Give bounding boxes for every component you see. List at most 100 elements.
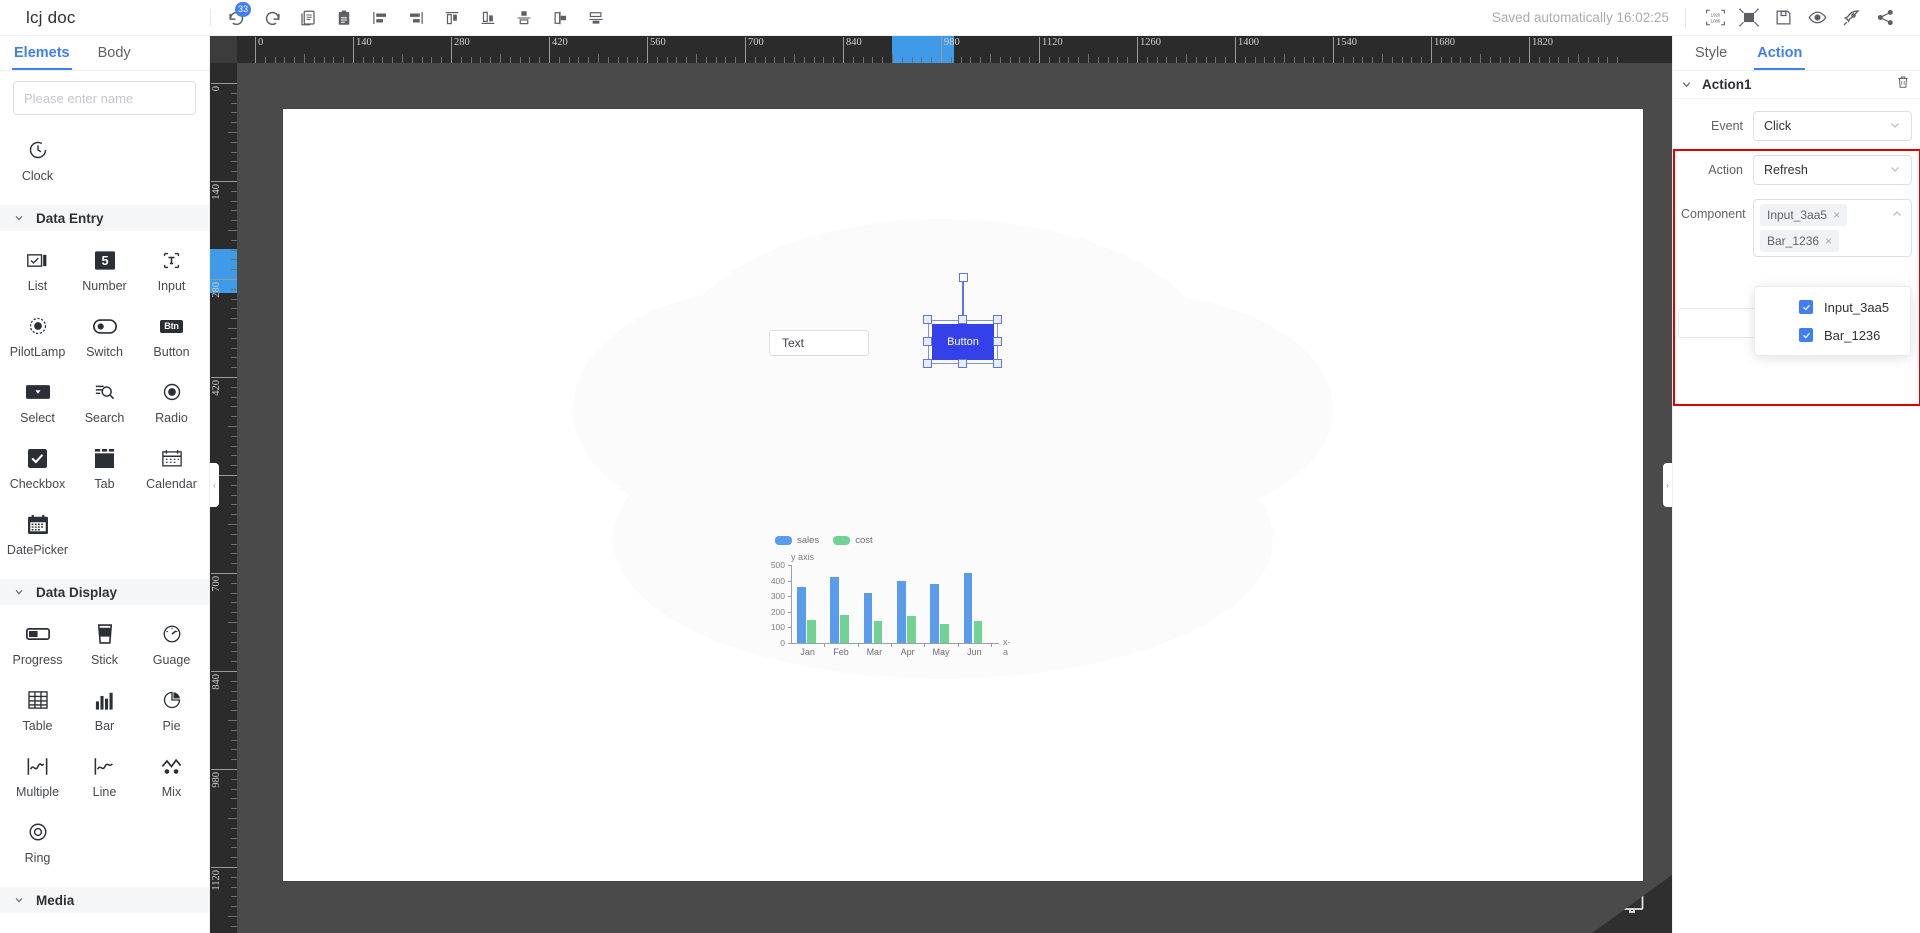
viewport-mode-badge[interactable] xyxy=(1592,875,1672,933)
horizontal-ruler-track[interactable]: 0 140 280 420 560 700 840 980 1120 1260 1400 1540 16… xyxy=(237,36,1672,63)
align-left-icon[interactable] xyxy=(363,3,397,33)
ruler-tick xyxy=(1186,54,1187,63)
resize-handle-e[interactable] xyxy=(993,337,1002,346)
component-clock[interactable]: Clock xyxy=(4,131,71,197)
group-header-media[interactable]: Media xyxy=(0,887,209,913)
component-input[interactable]: Input xyxy=(138,241,205,307)
component-button[interactable]: Btn Button xyxy=(138,307,205,373)
rotation-handle[interactable] xyxy=(958,273,968,282)
component-multiselect[interactable]: Input_3aa5 × Bar_1236 × xyxy=(1753,199,1912,257)
search-input[interactable] xyxy=(24,90,200,106)
ruler-label: 0 xyxy=(211,86,222,92)
component-radio[interactable]: Radio xyxy=(138,373,205,439)
align-right-icon[interactable] xyxy=(399,3,433,33)
component-multiple[interactable]: Multiple xyxy=(4,747,71,813)
component-switch[interactable]: Switch xyxy=(71,307,138,373)
resize-handle-n[interactable] xyxy=(958,315,967,324)
component-tab[interactable]: Tab xyxy=(71,439,138,505)
resolution-icon[interactable]: 1920 1080 xyxy=(1698,3,1732,33)
resize-handle-w[interactable] xyxy=(923,337,932,346)
design-page[interactable]: Text Button sales cost y axis 0 100 200 … xyxy=(283,109,1643,881)
component-mix[interactable]: Mix xyxy=(138,747,205,813)
chevron-down-icon[interactable] xyxy=(1681,79,1692,90)
component-checkbox[interactable]: Checkbox xyxy=(4,439,71,505)
align-center-horizontal-icon[interactable] xyxy=(543,3,577,33)
svg-text:5: 5 xyxy=(101,253,108,268)
component-table[interactable]: Table xyxy=(4,681,71,747)
component-bar[interactable]: Bar xyxy=(71,681,138,747)
redo-icon[interactable] xyxy=(255,3,289,33)
component-progress[interactable]: Progress xyxy=(4,615,71,681)
collapse-right-panel-handle[interactable]: › xyxy=(1663,462,1672,507)
svg-text:1080: 1080 xyxy=(1710,18,1720,23)
component-tag[interactable]: Input_3aa5 × xyxy=(1760,204,1848,226)
component-guage[interactable]: Guage xyxy=(138,615,205,681)
horizontal-ruler[interactable]: 0 140 280 420 560 700 840 980 1120 1260 1400 1540 16… xyxy=(210,36,1672,63)
component-dropdown[interactable]: Input_3aa5 Bar_1236 xyxy=(1754,286,1911,356)
component-pie[interactable]: Pie xyxy=(138,681,205,747)
checkbox-checked-icon[interactable] xyxy=(1799,300,1813,314)
canvas-workspace[interactable]: Text Button sales cost y axis 0 100 200 … xyxy=(237,63,1672,933)
distribute-icon[interactable] xyxy=(579,3,613,33)
collapse-left-panel-handle[interactable]: ‹ xyxy=(210,462,219,507)
save-icon[interactable] xyxy=(1766,3,1800,33)
component-search[interactable]: Search xyxy=(71,373,138,439)
action-select[interactable]: Refresh xyxy=(1753,155,1912,185)
resize-handle-nw[interactable] xyxy=(923,315,932,324)
data-entry-grid: List 5 Number Input PilotLamp Switch Btn… xyxy=(0,231,209,575)
chevron-down-icon xyxy=(15,215,23,221)
fit-screen-icon[interactable] xyxy=(1732,3,1766,33)
chevron-up-icon[interactable] xyxy=(1891,207,1903,225)
tab-style[interactable]: Style xyxy=(1695,36,1727,70)
event-select[interactable]: Click xyxy=(1753,111,1912,141)
resize-handle-sw[interactable] xyxy=(923,359,932,368)
component-stick[interactable]: Stick xyxy=(71,615,138,681)
checkbox-checked-icon[interactable] xyxy=(1799,328,1813,342)
canvas-text-input[interactable]: Text xyxy=(769,330,869,356)
app-root: lcj doc 33 Saved automatically 16:02:25 … xyxy=(0,0,1920,933)
component-line[interactable]: Line xyxy=(71,747,138,813)
legend-item-cost[interactable]: cost xyxy=(833,535,873,546)
group-header-data-entry[interactable]: Data Entry xyxy=(0,205,209,231)
close-icon[interactable]: × xyxy=(1825,234,1832,248)
ruler-tick xyxy=(211,573,237,574)
search-box[interactable] xyxy=(13,81,200,115)
legend-item-sales[interactable]: sales xyxy=(775,535,819,546)
paste-icon[interactable] xyxy=(327,3,361,33)
group-title: Data Entry xyxy=(36,210,104,226)
trash-icon[interactable] xyxy=(1896,75,1910,94)
dropdown-option-bar[interactable]: Bar_1236 xyxy=(1755,321,1910,349)
component-tag[interactable]: Bar_1236 × xyxy=(1760,230,1840,252)
component-list[interactable]: Clock Data Entry List 5 Number Input Pil… xyxy=(0,121,209,933)
component-ring[interactable]: Ring xyxy=(4,813,71,879)
tab-action[interactable]: Action xyxy=(1754,36,1806,70)
group-header-data-display[interactable]: Data Display xyxy=(0,579,209,605)
close-icon[interactable]: × xyxy=(1833,208,1840,222)
component-number[interactable]: 5 Number xyxy=(71,241,138,307)
component-list[interactable]: List xyxy=(4,241,71,307)
share-icon[interactable] xyxy=(1868,3,1902,33)
dropdown-option-input[interactable]: Input_3aa5 xyxy=(1755,293,1910,321)
publish-rocket-icon[interactable] xyxy=(1834,3,1868,33)
resize-handle-s[interactable] xyxy=(958,359,967,368)
align-bottom-icon[interactable] xyxy=(471,3,505,33)
component-pilotlamp[interactable]: PilotLamp xyxy=(4,307,71,373)
resize-handle-se[interactable] xyxy=(993,359,1002,368)
tab-elements[interactable]: Elemets xyxy=(12,36,72,70)
component-label: Number xyxy=(82,279,127,293)
canvas-bar-chart[interactable]: sales cost y axis 0 100 200 300 400 500 Jan Feb… xyxy=(761,535,1011,675)
preview-eye-icon[interactable] xyxy=(1800,3,1834,33)
copy-icon[interactable] xyxy=(291,3,325,33)
resize-handle-ne[interactable] xyxy=(993,315,1002,324)
tab-body[interactable]: Body xyxy=(98,36,131,70)
component-datepicker[interactable]: DatePicker xyxy=(4,505,71,571)
component-calendar[interactable]: Calendar xyxy=(138,439,205,505)
chevron-down-icon xyxy=(15,589,23,595)
align-top-icon[interactable] xyxy=(435,3,469,33)
component-select[interactable]: Select xyxy=(4,373,71,439)
chart-y-tick xyxy=(788,627,791,629)
undo-icon[interactable]: 33 xyxy=(219,1,253,33)
component-label: Component xyxy=(1681,207,1746,221)
align-center-vertical-icon[interactable] xyxy=(507,3,541,33)
right-panel-tabs: Style Action xyxy=(1673,36,1920,71)
